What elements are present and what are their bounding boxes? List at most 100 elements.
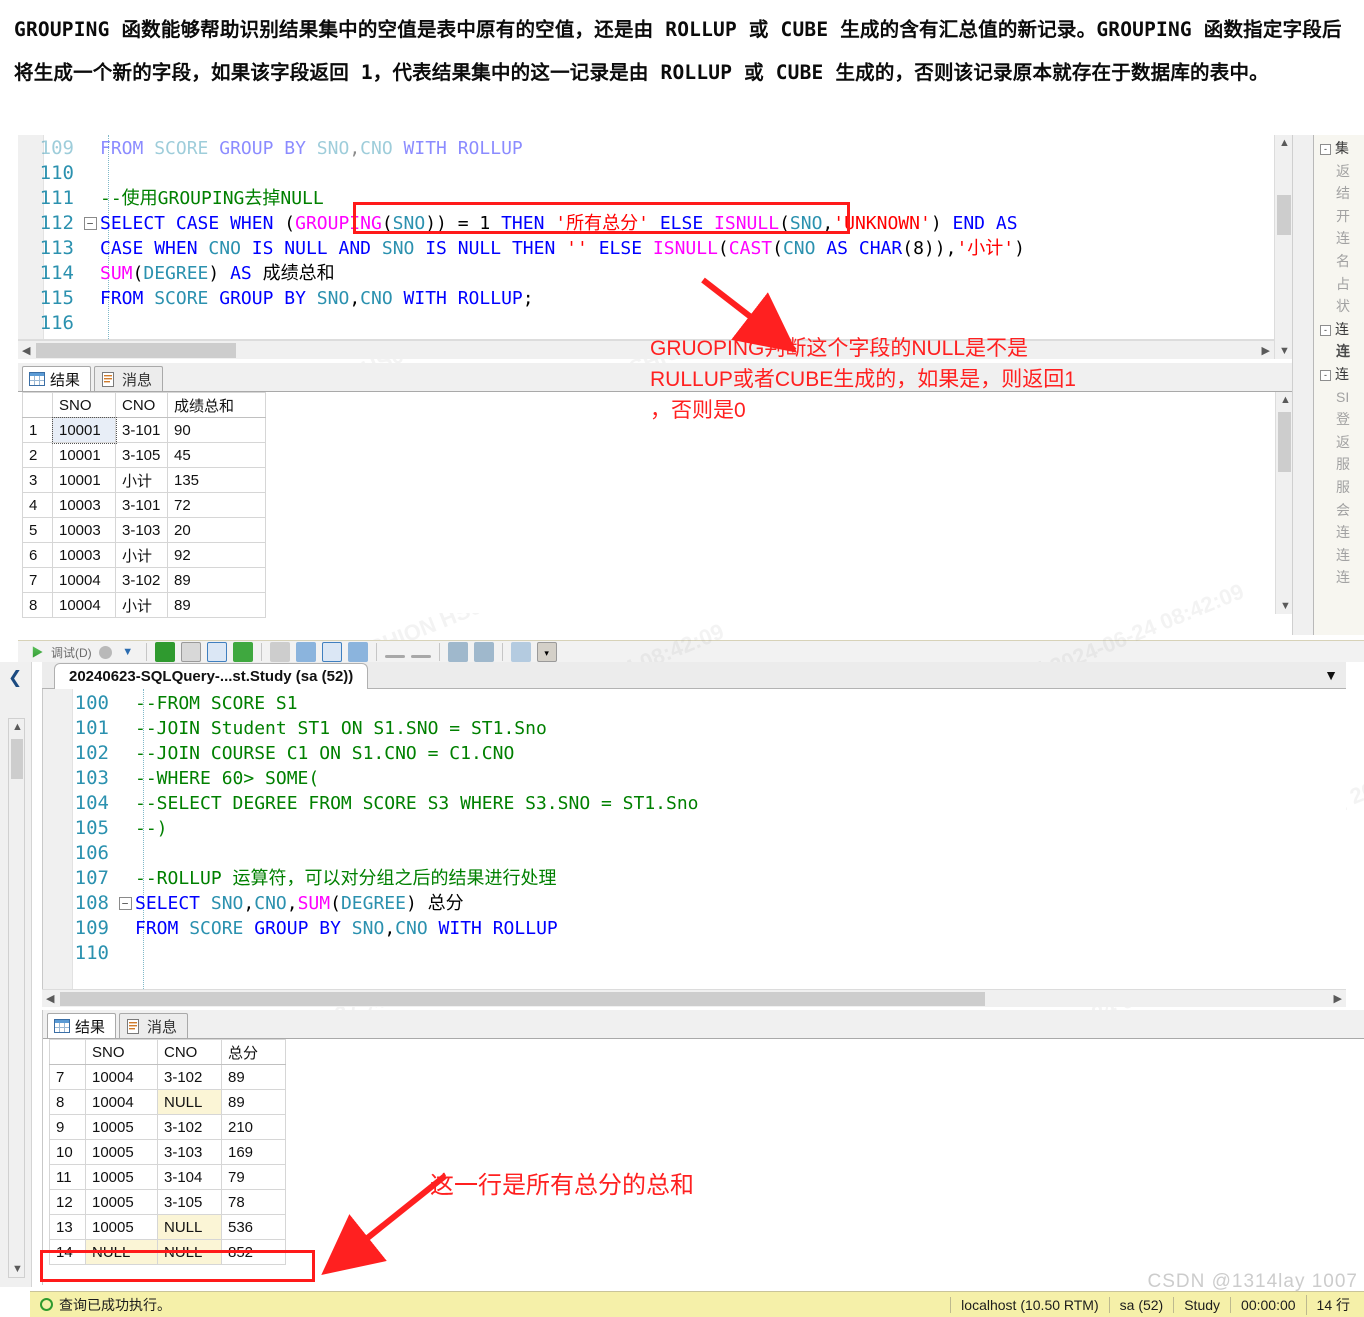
row-number[interactable]: 4: [22, 492, 53, 518]
property-row[interactable]: 连: [1314, 521, 1364, 544]
row-number[interactable]: 6: [22, 542, 53, 568]
row-number[interactable]: 7: [22, 567, 53, 593]
results-tab-messages[interactable]: 消息: [119, 1013, 189, 1038]
table-row[interactable]: 11 10005 3-104 79: [49, 1164, 286, 1190]
table-row[interactable]: 5 10003 3-103 20: [22, 517, 266, 543]
code-line[interactable]: 102 --JOIN COURSE C1 ON S1.CNO = C1.CNO: [43, 741, 1346, 766]
row-number[interactable]: 14: [49, 1239, 86, 1265]
row-number[interactable]: 7: [49, 1064, 86, 1090]
property-row[interactable]: -连: [1314, 363, 1364, 386]
fold-marker[interactable]: [115, 691, 135, 716]
cell-cno[interactable]: 3-105: [157, 1189, 222, 1215]
code-line[interactable]: 110: [18, 161, 1274, 186]
property-row[interactable]: 状: [1314, 295, 1364, 318]
property-row[interactable]: 返: [1314, 160, 1364, 183]
code-line[interactable]: 106: [43, 841, 1346, 866]
scroll-right-arrow[interactable]: ▶: [1334, 992, 1342, 1005]
property-row[interactable]: 会: [1314, 499, 1364, 522]
stop-icon[interactable]: [98, 645, 112, 659]
results-to-grid-icon[interactable]: [206, 642, 227, 662]
plan-icon[interactable]: [180, 642, 201, 662]
fold-marker[interactable]: [80, 136, 100, 161]
comment-icon[interactable]: [295, 642, 316, 662]
decrease-indent-icon[interactable]: [473, 642, 494, 662]
fold-marker[interactable]: [115, 916, 135, 941]
row-number[interactable]: 13: [49, 1214, 86, 1240]
expand-left-pane-icon[interactable]: ❮: [8, 668, 22, 688]
table-row[interactable]: 14 NULL NULL 852: [49, 1239, 286, 1265]
fold-marker[interactable]: −: [115, 891, 135, 916]
cell-sum[interactable]: 78: [221, 1189, 286, 1215]
row-number[interactable]: 8: [22, 592, 53, 618]
table-row[interactable]: 6 10003 小计 92: [22, 542, 266, 568]
property-row[interactable]: 返: [1314, 431, 1364, 454]
column-header[interactable]: SNO: [52, 392, 116, 418]
chevron-down-icon[interactable]: ▼: [118, 642, 138, 662]
cell-sno[interactable]: NULL: [85, 1239, 158, 1265]
code-line[interactable]: 100 --FROM SCORE S1: [43, 691, 1346, 716]
results-to-file-icon[interactable]: [269, 642, 290, 662]
cell-sum[interactable]: 169: [221, 1139, 286, 1165]
cell-sno[interactable]: 10005: [85, 1114, 158, 1140]
code-line[interactable]: 113 CASE WHEN CNO IS NULL AND SNO IS NUL…: [18, 236, 1274, 261]
fold-marker[interactable]: [80, 261, 100, 286]
hscroll-thumb[interactable]: [60, 992, 985, 1006]
property-row[interactable]: 服: [1314, 453, 1364, 476]
cell-sum[interactable]: 135: [167, 467, 266, 493]
cell-sno[interactable]: 10004: [85, 1089, 158, 1115]
table-row[interactable]: 10 10005 3-103 169: [49, 1139, 286, 1165]
scroll-up-arrow[interactable]: ▲: [1280, 394, 1291, 406]
column-header[interactable]: SNO: [85, 1039, 158, 1065]
row-number[interactable]: 12: [49, 1189, 86, 1215]
expander-icon[interactable]: -: [1320, 369, 1331, 381]
editor-tab-active[interactable]: 20240623-SQLQuery-...st.Study (sa (52)): [54, 663, 369, 689]
column-header[interactable]: CNO: [115, 392, 168, 418]
cell-cno[interactable]: 3-104: [157, 1164, 222, 1190]
cell-sum[interactable]: 89: [167, 567, 266, 593]
cell-sum[interactable]: 89: [221, 1089, 286, 1115]
results-table-top[interactable]: SNO CNO 成绩总和 1 10001 3-101 90 2 10001 3-105 45 3 100…: [22, 392, 266, 618]
results-tab-grid[interactable]: 结果: [47, 1013, 117, 1038]
row-number[interactable]: 10: [49, 1139, 86, 1165]
cell-sno[interactable]: 10005: [85, 1139, 158, 1165]
cell-cno[interactable]: 小计: [115, 592, 168, 618]
property-row[interactable]: 连: [1314, 566, 1364, 589]
cell-sum[interactable]: 45: [167, 442, 266, 468]
fold-marker[interactable]: [80, 311, 100, 336]
column-header[interactable]: [22, 392, 53, 418]
property-row[interactable]: 连: [1314, 544, 1364, 567]
fold-marker[interactable]: [115, 741, 135, 766]
table-row[interactable]: 2 10001 3-105 45: [22, 442, 266, 468]
table-row[interactable]: 8 10004 小计 89: [22, 592, 266, 618]
results-to-text-icon[interactable]: [232, 642, 253, 662]
code-line[interactable]: 101 --JOIN Student ST1 ON S1.SNO = ST1.S…: [43, 716, 1346, 741]
toolbar-overflow-icon[interactable]: ▾: [536, 642, 557, 662]
property-row[interactable]: SI: [1314, 386, 1364, 409]
cell-sno[interactable]: 10001: [51, 416, 117, 444]
results-vscrollbar-top[interactable]: ▲ ▼: [1275, 392, 1292, 614]
cell-cno[interactable]: NULL: [157, 1214, 222, 1240]
row-number[interactable]: 1: [22, 417, 53, 443]
cell-cno[interactable]: 3-102: [157, 1114, 222, 1140]
fold-marker[interactable]: [115, 816, 135, 841]
cell-sno[interactable]: 10005: [85, 1214, 158, 1240]
cell-sum[interactable]: 20: [167, 517, 266, 543]
sql-editor-top[interactable]: 109 FROM SCORE GROUP BY SNO,CNO WITH ROL…: [18, 135, 1274, 340]
parse-icon[interactable]: [154, 642, 175, 662]
cell-cno[interactable]: NULL: [157, 1239, 222, 1265]
cell-sno[interactable]: 10001: [52, 467, 116, 493]
fold-marker[interactable]: [115, 716, 135, 741]
tab-icon[interactable]: [510, 642, 531, 662]
fold-marker[interactable]: [115, 866, 135, 891]
cell-sno[interactable]: 10005: [85, 1164, 158, 1190]
fold-marker[interactable]: [115, 841, 135, 866]
fold-marker[interactable]: [80, 161, 100, 186]
cell-cno[interactable]: 3-101: [115, 492, 168, 518]
cell-cno[interactable]: 小计: [115, 467, 168, 493]
code-line[interactable]: 103 --WHERE 60> SOME(: [43, 766, 1346, 791]
table-row[interactable]: 4 10003 3-101 72: [22, 492, 266, 518]
code-line[interactable]: 109 FROM SCORE GROUP BY SNO,CNO WITH ROL…: [43, 916, 1346, 941]
execute-icon[interactable]: [32, 646, 43, 658]
debug-label[interactable]: 调试(D): [51, 644, 92, 661]
cell-cno[interactable]: 3-102: [115, 567, 168, 593]
